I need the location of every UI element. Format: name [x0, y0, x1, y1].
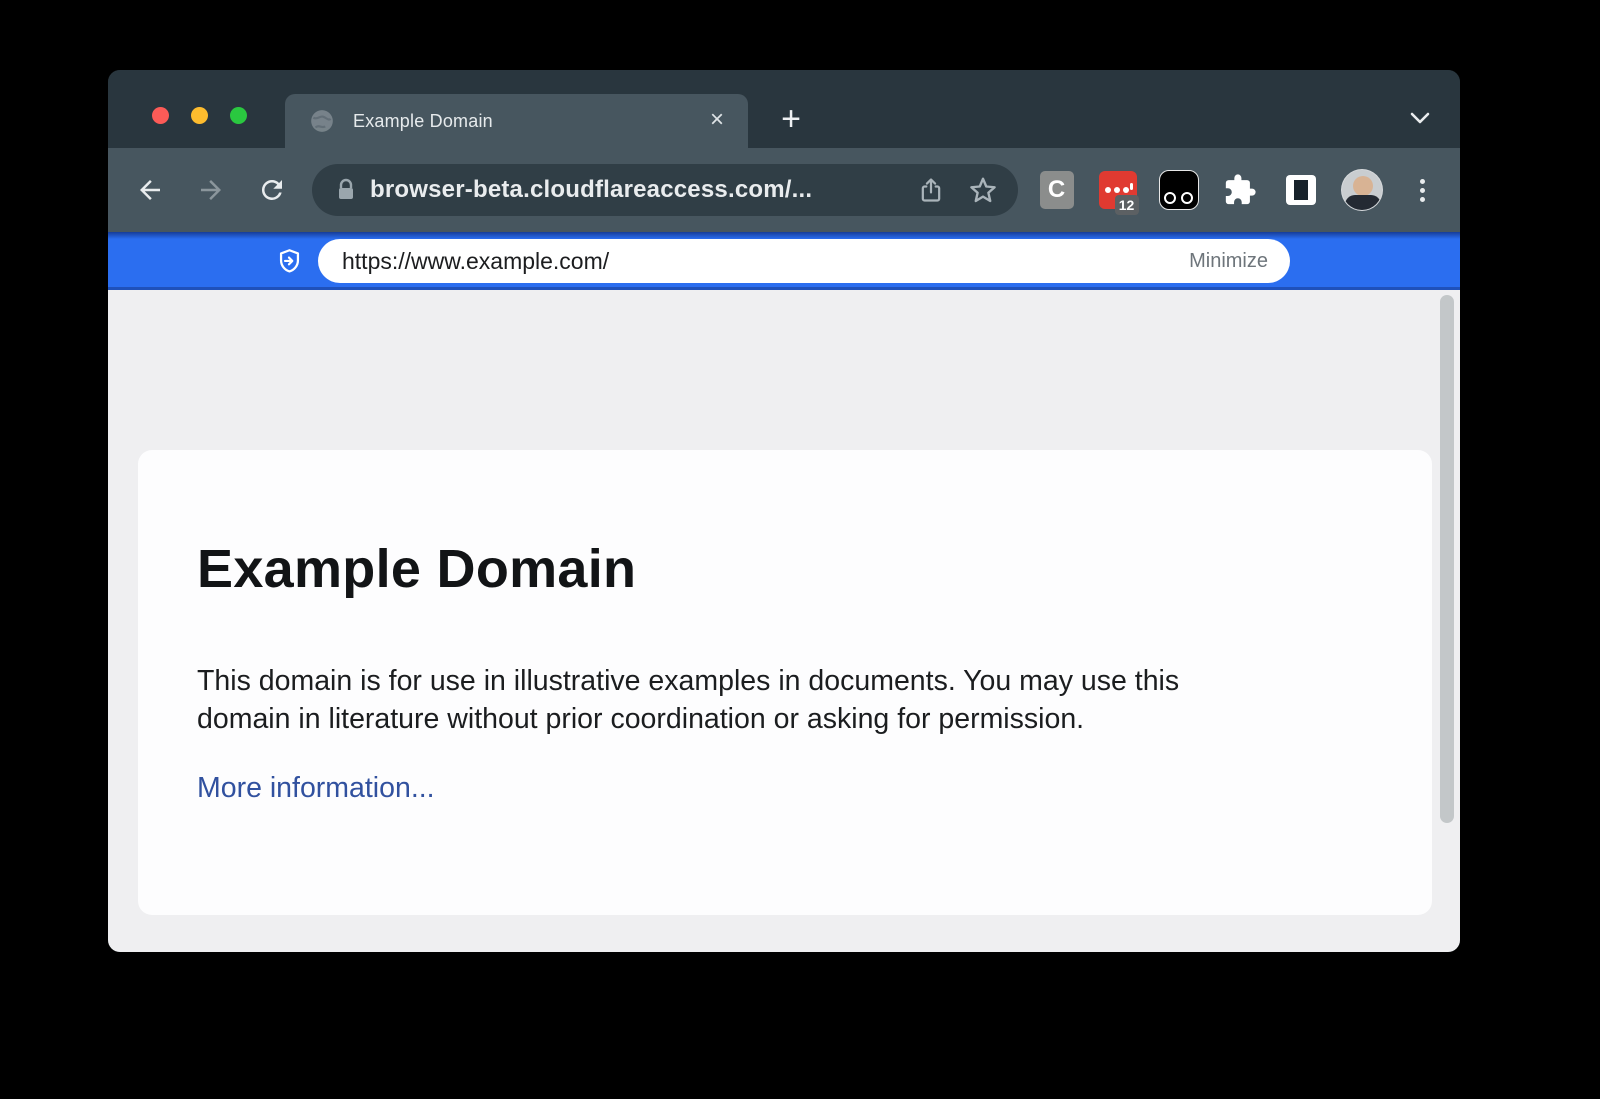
tab-title: Example Domain: [353, 111, 702, 132]
tab-strip: Example Domain × +: [108, 70, 1460, 148]
minimize-button[interactable]: Minimize: [1189, 250, 1268, 273]
shield-arrow-icon: [276, 248, 303, 275]
lock-icon: [334, 178, 358, 202]
tab-example-domain[interactable]: Example Domain ×: [285, 94, 748, 148]
back-button[interactable]: [128, 168, 172, 212]
traffic-zoom-button[interactable]: [230, 107, 247, 124]
page-paragraph: This domain is for use in illustrative e…: [197, 662, 1179, 738]
address-bar-url: browser-beta.cloudflareaccess.com/...: [370, 176, 914, 204]
content-card: Example Domain This domain is for use in…: [138, 450, 1432, 915]
reload-button[interactable]: [250, 168, 294, 212]
forward-button[interactable]: [189, 168, 233, 212]
tab-close-icon[interactable]: ×: [702, 106, 732, 136]
page-viewport: Example Domain This domain is for use in…: [108, 290, 1460, 952]
extension-red-dots-icon[interactable]: 12: [1099, 171, 1137, 209]
paragraph-line: This domain is for use in illustrative e…: [197, 662, 1179, 700]
more-information-link[interactable]: More information...: [197, 772, 435, 805]
side-panel-icon[interactable]: [1286, 175, 1316, 205]
isolation-url-pill: Minimize: [318, 239, 1290, 283]
page-title: Example Domain: [197, 538, 636, 600]
traffic-close-button[interactable]: [152, 107, 169, 124]
address-bar[interactable]: browser-beta.cloudflareaccess.com/...: [312, 164, 1018, 216]
browser-menu-icon[interactable]: [1420, 179, 1425, 202]
paragraph-line: domain in literature without prior coord…: [197, 700, 1179, 738]
extension-c-icon[interactable]: C: [1040, 171, 1074, 209]
browser-window: Example Domain × + brow: [108, 70, 1460, 952]
page-scrollbar[interactable]: [1440, 295, 1454, 823]
extensions-row: C 12: [1026, 169, 1453, 211]
tab-search-chevron-down-icon[interactable]: [1410, 112, 1430, 124]
traffic-minimize-button[interactable]: [191, 107, 208, 124]
isolation-url-input[interactable]: [342, 248, 1189, 275]
new-tab-button[interactable]: +: [773, 103, 809, 139]
extensions-puzzle-icon[interactable]: [1223, 173, 1257, 207]
bookmark-star-icon[interactable]: [966, 173, 1000, 207]
globe-favicon-icon: [309, 108, 335, 134]
share-icon[interactable]: [914, 173, 948, 207]
extension-badge: 12: [1115, 195, 1139, 215]
toolbar: browser-beta.cloudflareaccess.com/... C: [108, 148, 1460, 232]
isolation-bar: Minimize: [108, 232, 1460, 290]
extension-glasses-icon[interactable]: [1159, 170, 1199, 210]
profile-avatar[interactable]: [1341, 169, 1383, 211]
